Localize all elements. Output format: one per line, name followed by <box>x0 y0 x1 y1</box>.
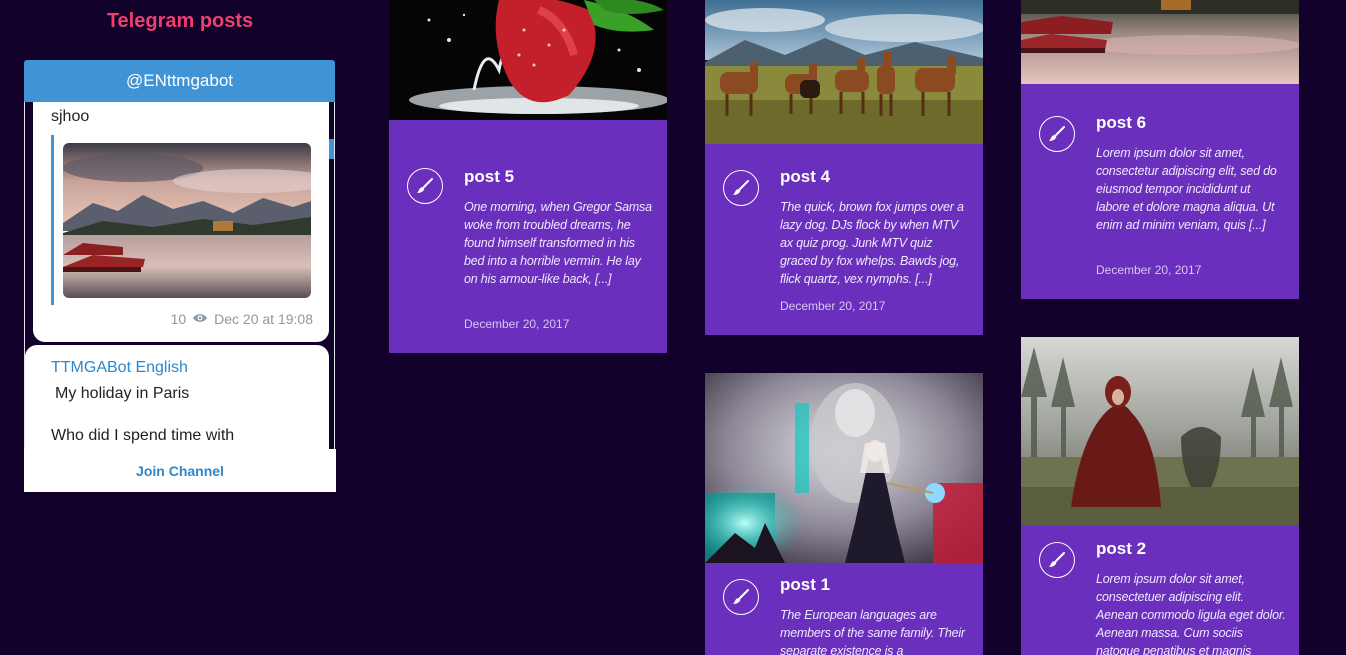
post-date: December 20, 2017 <box>464 317 570 331</box>
post-body: post 5 One morning, when Gregor Samsa wo… <box>389 120 667 353</box>
post-title[interactable]: post 6 <box>1096 113 1146 133</box>
post-date: December 20, 2017 <box>780 299 886 313</box>
brush-icon <box>723 579 759 615</box>
message-text: Who did I spend time with <box>51 427 235 444</box>
post-body: post 4 The quick, brown fox jumps over a… <box>705 144 983 335</box>
post-excerpt: One morning, when Gregor Samsa woke from… <box>464 200 652 286</box>
post-title[interactable]: post 5 <box>464 167 514 187</box>
eye-icon <box>192 311 208 327</box>
post-body: post 6 Lorem ipsum dolor sit amet, conse… <box>1021 84 1299 299</box>
quote-bar <box>51 135 54 305</box>
post-thumbnail[interactable] <box>705 373 983 563</box>
join-channel-button[interactable]: Join Channel <box>24 449 336 492</box>
message-text: My holiday in Paris <box>55 385 190 402</box>
post-thumbnail[interactable] <box>1021 0 1299 84</box>
post-date: December 20, 2017 <box>1096 263 1202 277</box>
post-body: post 1 The European languages are member… <box>705 563 983 655</box>
message-meta: 10 Dec 20 at 19:08 <box>171 311 313 327</box>
post-excerpt: The European languages are members of th… <box>780 608 965 655</box>
post-excerpt: The quick, brown fox jumps over a lazy d… <box>780 200 964 286</box>
telegram-widget: @ENttmgabot sjhoo 10 Dec 20 at 19:08 TTM… <box>24 60 336 492</box>
message-date: Dec 20 at 19:08 <box>214 311 313 327</box>
message-bubble: TTMGABot English My holiday in Paris Who… <box>25 345 329 449</box>
post-thumbnail[interactable] <box>1021 337 1299 526</box>
post-card[interactable]: post 2 Lorem ipsum dolor sit amet, conse… <box>1021 337 1299 655</box>
message-author[interactable]: TTMGABot English <box>51 359 188 377</box>
scrollbar[interactable] <box>329 139 334 159</box>
brush-icon <box>407 168 443 204</box>
post-card[interactable]: post 4 The quick, brown fox jumps over a… <box>705 0 983 335</box>
widget-title: Telegram posts <box>106 10 254 32</box>
post-body: post 2 Lorem ipsum dolor sit amet, conse… <box>1021 526 1299 655</box>
message-text: sjhoo <box>51 108 90 125</box>
post-thumbnail[interactable] <box>389 0 667 120</box>
brush-icon <box>1039 542 1075 578</box>
post-excerpt: Lorem ipsum dolor sit amet, consectetur … <box>1096 146 1277 232</box>
brush-icon <box>723 170 759 206</box>
channel-header[interactable]: @ENttmgabot <box>24 60 335 102</box>
message-photo[interactable] <box>63 143 311 298</box>
post-card[interactable]: post 1 The European languages are member… <box>705 373 983 655</box>
view-count: 10 <box>170 311 187 327</box>
post-title[interactable]: post 2 <box>1096 539 1146 559</box>
post-card[interactable]: post 5 One morning, when Gregor Samsa wo… <box>389 0 667 353</box>
telegram-feed[interactable]: sjhoo 10 Dec 20 at 19:08 TTMGABot Englis… <box>24 102 335 449</box>
post-title[interactable]: post 1 <box>780 575 830 595</box>
post-title[interactable]: post 4 <box>780 167 830 187</box>
post-thumbnail[interactable] <box>705 0 983 144</box>
brush-icon <box>1039 116 1075 152</box>
message-bubble: sjhoo 10 Dec 20 at 19:08 <box>33 102 329 342</box>
post-card[interactable]: post 6 Lorem ipsum dolor sit amet, conse… <box>1021 0 1299 299</box>
post-excerpt: Lorem ipsum dolor sit amet, consectetuer… <box>1096 572 1286 655</box>
